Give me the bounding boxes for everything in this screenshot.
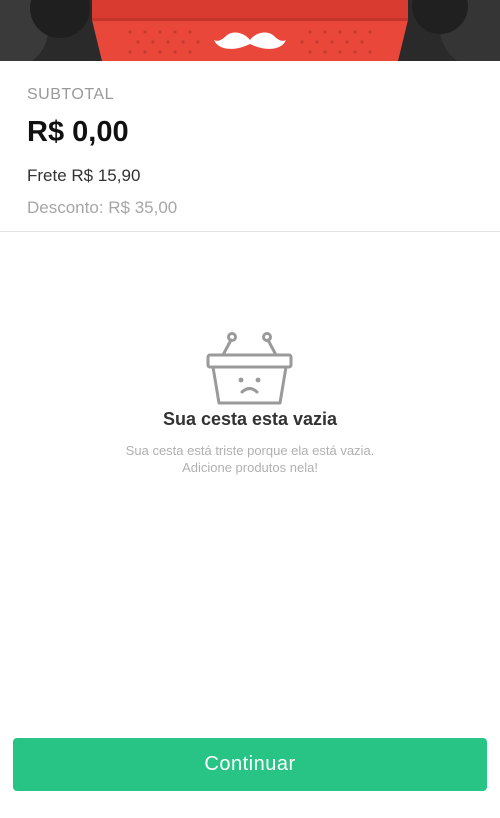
shipping-fee: Frete R$ 15,90 bbox=[27, 166, 141, 185]
sad-basket-icon bbox=[204, 331, 296, 414]
continue-button[interactable]: Continuar bbox=[13, 738, 487, 791]
subtotal-value: R$ 0,00 bbox=[27, 116, 129, 148]
empty-cart-message-line2: Adicione produtos nela! bbox=[182, 460, 318, 475]
empty-cart-message: Sua cesta está triste porque ela está va… bbox=[0, 442, 500, 476]
empty-cart-title: Sua cesta esta vazia bbox=[162, 409, 338, 429]
basket-banner-image bbox=[0, 0, 500, 61]
empty-cart-message-line1: Sua cesta está triste porque ela está va… bbox=[125, 443, 375, 458]
discount: Desconto: R$ 35,00 bbox=[27, 198, 178, 217]
header-banner bbox=[0, 0, 500, 61]
subtotal-label: SUBTOTAL bbox=[27, 86, 114, 103]
divider bbox=[0, 231, 500, 232]
